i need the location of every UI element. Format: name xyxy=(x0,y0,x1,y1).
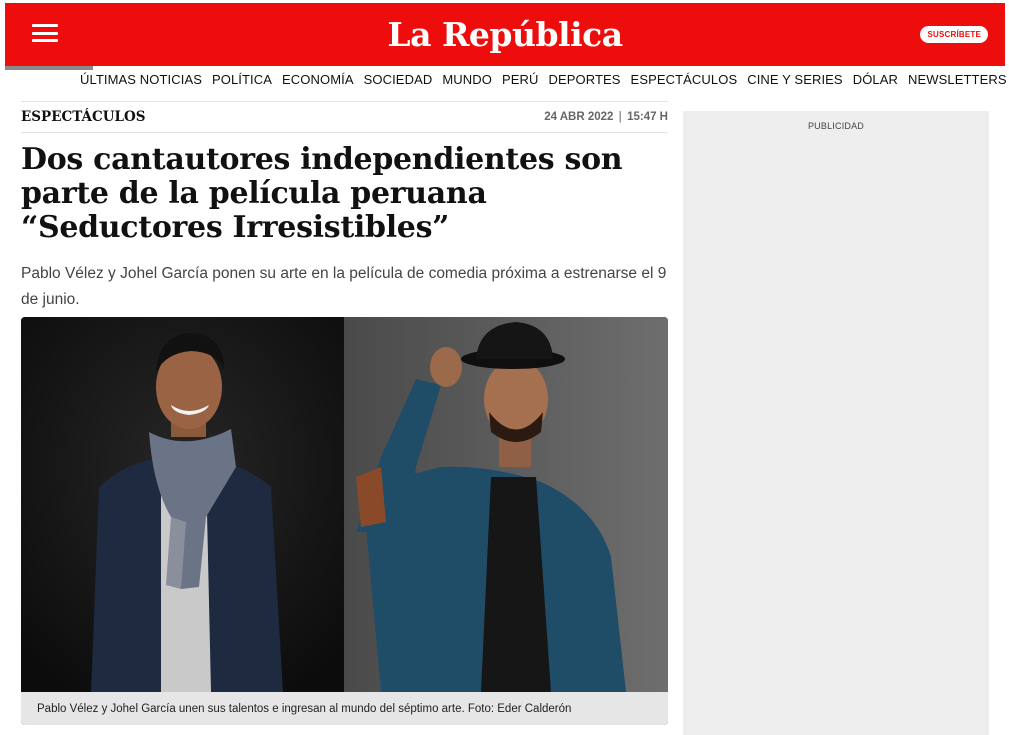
site-logo[interactable]: La República xyxy=(387,15,623,54)
nav-item-economia[interactable]: ECONOMÍA xyxy=(282,72,354,87)
hamburger-menu-icon[interactable] xyxy=(32,24,58,42)
nav-item-mundo[interactable]: MUNDO xyxy=(442,72,492,87)
nav-item-newsletters[interactable]: NEWSLETTERS xyxy=(908,72,1007,87)
nav-item-dolar[interactable]: DÓLAR xyxy=(853,72,898,87)
article-date-value: 24 ABR 2022 xyxy=(544,111,614,123)
main-nav: ÚLTIMAS NOTICIAS POLÍTICA ECONOMÍA SOCIE… xyxy=(80,72,1007,87)
article-section[interactable]: ESPECTÁCULOS xyxy=(21,109,146,125)
nav-item-deportes[interactable]: DEPORTES xyxy=(548,72,620,87)
photo-caption: Pablo Vélez y Johel García unen sus tale… xyxy=(21,692,668,725)
article-date: 24 ABR 2022 | 15:47 H xyxy=(544,111,668,123)
site-header: La República SUSCRÍBETE xyxy=(5,3,1005,66)
nav-item-politica[interactable]: POLÍTICA xyxy=(212,72,272,87)
article-summary: Pablo Vélez y Johel García ponen su arte… xyxy=(21,265,667,308)
ad-panel[interactable]: PUBLICIDAD xyxy=(683,111,989,735)
nav-item-ultimas-noticias[interactable]: ÚLTIMAS NOTICIAS xyxy=(80,72,202,87)
photo-illustration xyxy=(21,317,668,692)
ad-label: PUBLICIDAD xyxy=(807,121,864,131)
article-meta: ESPECTÁCULOS 24 ABR 2022 | 15:47 H xyxy=(21,101,668,133)
nav-item-cine-y-series[interactable]: CINE Y SERIES xyxy=(747,72,842,87)
nav-item-peru[interactable]: PERÚ xyxy=(502,72,539,87)
nav-item-sociedad[interactable]: SOCIEDAD xyxy=(364,72,433,87)
article-time-value: 15:47 H xyxy=(627,111,668,123)
date-separator: | xyxy=(618,111,622,123)
article-headline: Dos cantautores independientes son parte… xyxy=(21,142,623,245)
subscribe-button[interactable]: SUSCRÍBETE xyxy=(920,26,988,43)
article-photo[interactable]: Pablo Vélez y Johel García unen sus tale… xyxy=(21,317,668,725)
nav-item-espectaculos[interactable]: ESPECTÁCULOS xyxy=(631,72,738,87)
header-accent-strip xyxy=(5,66,93,70)
